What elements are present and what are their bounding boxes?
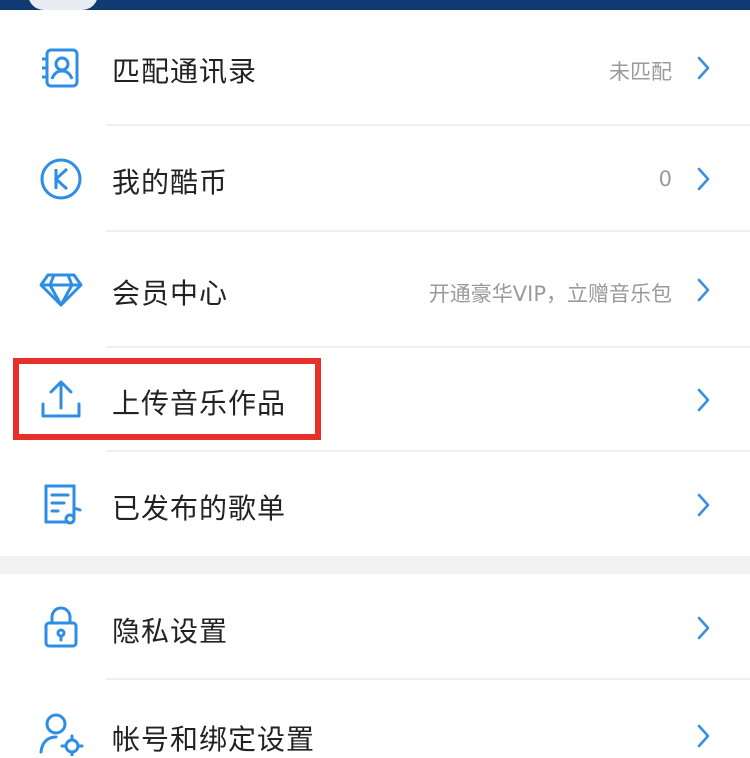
chevron-right-icon bbox=[693, 722, 713, 750]
avatar bbox=[28, 0, 98, 10]
upload-icon bbox=[38, 377, 84, 423]
account-settings-icon bbox=[38, 710, 84, 756]
menu-item-privacy-settings[interactable]: 隐私设置 bbox=[0, 574, 750, 678]
top-header-strip bbox=[0, 0, 750, 10]
playlist-icon bbox=[38, 481, 84, 527]
menu-item-label: 已发布的歌单 bbox=[112, 492, 287, 525]
menu-item-match-contacts[interactable]: 匹配通讯录 未匹配 bbox=[0, 12, 750, 124]
chevron-right-icon bbox=[693, 165, 713, 193]
kcoin-balance-value: 0 bbox=[658, 167, 672, 191]
contacts-status-value: 未匹配 bbox=[609, 60, 672, 84]
chevron-right-icon bbox=[693, 54, 713, 82]
menu-item-label: 隐私设置 bbox=[112, 615, 229, 648]
menu-item-kcoin[interactable]: 我的酷币 0 bbox=[0, 126, 750, 230]
menu-item-published-playlists[interactable]: 已发布的歌单 bbox=[0, 452, 750, 556]
chevron-right-icon bbox=[693, 614, 713, 642]
chevron-right-icon bbox=[693, 386, 713, 414]
vip-promo-text: 开通豪华VIP，立赠音乐包 bbox=[428, 282, 672, 306]
menu-item-label: 匹配通讯录 bbox=[112, 55, 258, 88]
menu-item-upload-music[interactable]: 上传音乐作品 bbox=[0, 348, 750, 450]
contacts-icon bbox=[38, 45, 84, 91]
menu-item-label: 帐号和绑定设置 bbox=[112, 723, 316, 756]
menu-item-label: 上传音乐作品 bbox=[112, 387, 287, 420]
chevron-right-icon bbox=[693, 491, 713, 519]
menu-item-vip-center[interactable]: 会员中心 开通豪华VIP，立赠音乐包 bbox=[0, 232, 750, 346]
menu-item-label: 我的酷币 bbox=[112, 166, 229, 199]
menu-item-label: 会员中心 bbox=[112, 277, 229, 310]
menu-item-account-binding-settings[interactable]: 帐号和绑定设置 bbox=[0, 680, 750, 756]
kcoin-icon bbox=[38, 156, 84, 202]
diamond-icon bbox=[38, 266, 84, 312]
section-separator bbox=[0, 556, 750, 574]
chevron-right-icon bbox=[693, 276, 713, 304]
lock-icon bbox=[38, 604, 84, 650]
